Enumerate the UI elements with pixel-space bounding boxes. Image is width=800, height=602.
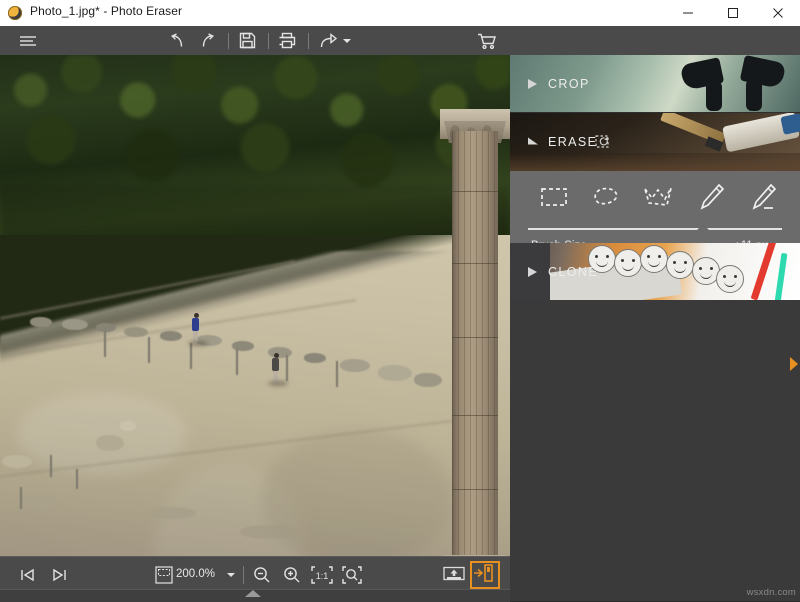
status-bar: 200.0% 1:1	[0, 556, 510, 601]
photo-image	[0, 55, 510, 556]
toggle-side-panel-button[interactable]	[470, 561, 500, 589]
share-dropdown-button[interactable]	[341, 26, 353, 55]
export-to-screen-icon	[443, 566, 465, 584]
zoom-out-icon	[253, 566, 271, 584]
panel-empty-area	[510, 300, 800, 601]
minimize-icon	[682, 7, 694, 19]
chevron-down-icon	[227, 572, 235, 578]
undo-button[interactable]	[164, 26, 190, 55]
close-button[interactable]	[755, 0, 800, 26]
rectangle-select-icon	[540, 187, 568, 207]
section-header-clone[interactable]: CLONE	[510, 243, 800, 301]
brush-deselect-tool[interactable]	[742, 177, 786, 217]
maximize-button[interactable]	[710, 0, 755, 26]
chevron-down-icon	[528, 138, 538, 147]
redo-icon	[199, 33, 217, 49]
chevron-down-icon	[343, 38, 351, 44]
zoom-dropdown-button[interactable]	[224, 560, 238, 590]
erase-tool-row	[510, 171, 800, 223]
cart-button[interactable]	[472, 26, 502, 55]
svg-text:1:1: 1:1	[316, 571, 329, 581]
next-image-button[interactable]	[45, 560, 73, 590]
chevron-right-icon	[528, 267, 537, 277]
tools-panel: CROP ERASE	[510, 55, 800, 601]
app-logo-icon	[8, 6, 22, 20]
print-button[interactable]	[274, 26, 300, 55]
rectangle-select-tool[interactable]	[532, 177, 576, 217]
save-icon	[239, 32, 256, 49]
photo-eraser-window: Photo_1.jpg* - Photo Eraser	[0, 0, 800, 601]
toggle-side-panel-icon	[472, 563, 494, 583]
redo-button[interactable]	[195, 26, 221, 55]
expand-up-arrow-icon[interactable]	[245, 590, 261, 597]
export-button[interactable]	[440, 560, 468, 590]
print-icon	[278, 32, 296, 49]
section-header-erase[interactable]: ERASE	[510, 113, 800, 171]
selection-marquee-icon	[155, 566, 173, 584]
zoom-level-value[interactable]: 200.0%	[176, 568, 215, 580]
close-icon	[772, 7, 784, 19]
reset-selection-icon[interactable]	[595, 135, 611, 149]
zoom-out-button[interactable]	[248, 560, 276, 590]
undo-icon	[168, 33, 186, 49]
lasso-select-icon	[591, 186, 621, 208]
menu-button[interactable]	[12, 26, 44, 55]
fit-to-window-icon	[342, 566, 362, 584]
fit-to-window-button[interactable]	[338, 560, 366, 590]
actual-size-icon: 1:1	[311, 566, 333, 584]
polygon-select-tool[interactable]	[636, 177, 680, 217]
save-button[interactable]	[234, 26, 260, 55]
watermark: wsxdn.com	[747, 587, 796, 598]
brush-select-tool[interactable]	[690, 177, 734, 217]
title-bar: Photo_1.jpg* - Photo Eraser	[0, 0, 800, 26]
section-label-crop: CROP	[548, 77, 590, 91]
menu-hamburger-icon	[19, 34, 37, 48]
first-image-icon	[20, 568, 36, 582]
lasso-select-tool[interactable]	[584, 177, 628, 217]
actual-size-button[interactable]: 1:1	[308, 560, 336, 590]
image-canvas[interactable]	[0, 55, 510, 556]
next-image-icon	[51, 568, 67, 582]
temple-column	[452, 131, 498, 556]
collapse-panel-arrow-icon	[790, 357, 798, 371]
section-header-crop[interactable]: CROP	[510, 55, 800, 113]
shopping-cart-icon	[477, 32, 497, 50]
main-toolbar	[0, 26, 800, 55]
chevron-right-icon	[528, 79, 537, 89]
section-label-clone: CLONE	[548, 265, 598, 279]
window-title: Photo_1.jpg* - Photo Eraser	[30, 4, 182, 18]
polygon-select-icon	[643, 186, 673, 208]
zoom-in-icon	[283, 566, 301, 584]
share-icon	[320, 33, 339, 49]
active-tool-indicator	[696, 224, 710, 231]
section-label-erase: ERASE	[548, 135, 597, 149]
minimize-button[interactable]	[665, 0, 710, 26]
zoom-in-button[interactable]	[278, 560, 306, 590]
selection-marquee-button[interactable]	[152, 560, 176, 590]
share-button[interactable]	[314, 26, 344, 55]
brush-icon	[699, 183, 725, 211]
brush-minus-icon	[751, 183, 777, 211]
maximize-icon	[727, 7, 739, 19]
collapse-panel-button[interactable]	[788, 353, 800, 375]
first-image-button[interactable]	[14, 560, 42, 590]
